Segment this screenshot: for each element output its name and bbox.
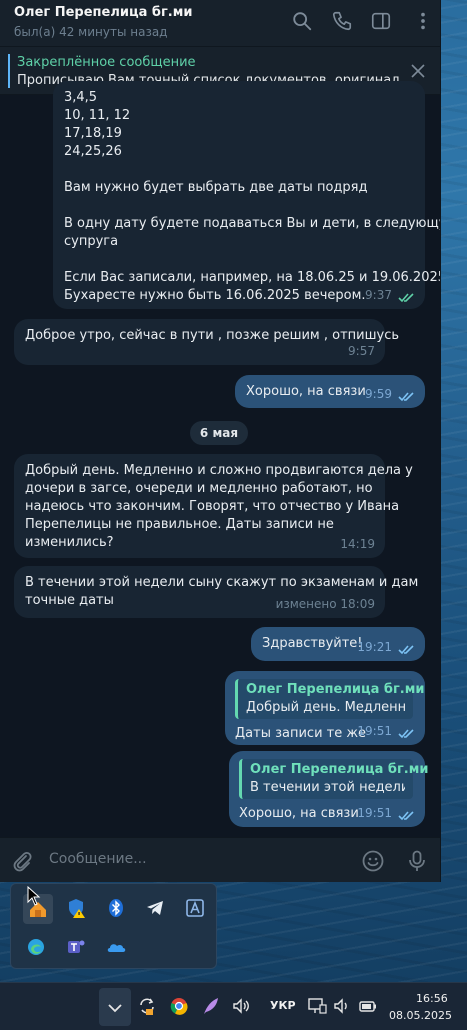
message-input[interactable]: Сообщение...: [49, 851, 147, 867]
message-bubble[interactable]: Доброе утро, сейчас в пути , позже решим…: [14, 319, 400, 365]
message-line: 10, 11, 12: [64, 108, 131, 123]
text-input-icon[interactable]: [184, 897, 206, 919]
message-time: 9:59: [365, 387, 392, 401]
telegram-window: Олег Перепелица бг.ми был(а) 42 минуты н…: [0, 0, 441, 882]
message-line: Если Вас записали, например, на 18.06.25…: [64, 270, 441, 285]
search-icon[interactable]: [291, 10, 313, 32]
double-check-icon: [398, 644, 416, 656]
feather-icon[interactable]: [201, 996, 221, 1016]
sync-icon[interactable]: [137, 996, 157, 1016]
message-time: 9:57: [348, 344, 375, 358]
reply-preview[interactable]: Олег Перепелица бг.ми В течении этой нед…: [239, 759, 429, 799]
tray-overflow-flyout: [10, 883, 217, 969]
defender-warning-icon[interactable]: [65, 897, 87, 919]
date-separator: 6 мая: [190, 421, 248, 445]
emoji-icon[interactable]: [361, 849, 385, 873]
compose-bar: Сообщение...: [0, 837, 440, 882]
message-line: супруга: [64, 234, 119, 249]
onedrive-icon[interactable]: [105, 936, 127, 958]
volume-icon[interactable]: [231, 996, 251, 1016]
message-bubble[interactable]: 3,4,5 10, 11, 12 17,18,19 24,25,26 Вам н…: [53, 81, 441, 309]
attach-icon[interactable]: [10, 849, 34, 873]
message-time: 19:21: [357, 640, 392, 654]
message-time: 9:37: [365, 288, 392, 302]
message-bubble-with-reply[interactable]: Олег Перепелица бг.ми Добрый день. Медле…: [225, 671, 425, 745]
mouse-cursor-icon: [27, 885, 41, 906]
bluetooth-icon[interactable]: [105, 897, 127, 919]
message-line: В одну дату будете подаваться Вы и дети,…: [64, 216, 441, 231]
edge-icon[interactable]: [25, 936, 47, 958]
message-edited-time: изменено 18:09: [275, 597, 375, 611]
message-bubble[interactable]: Хорошо, на связи 9:59: [235, 375, 425, 408]
message-line: изменились?: [25, 535, 114, 550]
message-bubble-with-reply[interactable]: Олег Перепелица бг.ми В течении этой нед…: [229, 751, 429, 827]
language-indicator[interactable]: УКР: [270, 999, 296, 1012]
reply-author: Олег Перепелица бг.ми: [246, 682, 425, 697]
clock-time[interactable]: 16:56: [416, 992, 448, 1005]
message-line: надеюсь что закончим. Говорят, что отчес…: [25, 499, 400, 514]
chat-last-seen: был(а) 42 минуты назад: [14, 25, 168, 39]
reply-preview[interactable]: Олег Перепелица бг.ми Добрый день. Медле…: [235, 679, 425, 719]
reply-snippet: Добрый день. Медленн...: [246, 700, 405, 715]
tray-overflow-button[interactable]: [99, 988, 131, 1026]
chat-title[interactable]: Олег Перепелица бг.ми: [14, 5, 192, 20]
pinned-title: Закреплённое сообщение: [17, 55, 196, 70]
speaker-icon[interactable]: [332, 996, 352, 1016]
chrome-icon[interactable]: [169, 996, 189, 1016]
sidebar-toggle-icon[interactable]: [370, 10, 392, 32]
message-time: 14:19: [340, 537, 375, 551]
double-check-icon: [398, 810, 416, 822]
taskbar: УКР 16:56 08.05.2025: [0, 982, 467, 1030]
message-line: Добрый день. Медленно и сложно продвигаю…: [25, 463, 413, 478]
message-bubble[interactable]: Добрый день. Медленно и сложно продвигаю…: [14, 454, 413, 558]
message-line: 17,18,19: [64, 126, 122, 141]
message-list[interactable]: 3,4,5 10, 11, 12 17,18,19 24,25,26 Вам н…: [0, 81, 440, 837]
telegram-icon[interactable]: [144, 897, 166, 919]
message-line: 3,4,5: [64, 90, 98, 105]
message-text: Доброе утро, сейчас в пути , позже решим…: [25, 328, 400, 343]
message-time: 19:51: [357, 806, 392, 820]
teams-icon[interactable]: [65, 936, 87, 958]
network-icon[interactable]: [307, 996, 327, 1016]
message-line: дочери в загсе, очереди и медленно работ…: [25, 481, 373, 496]
battery-icon[interactable]: [358, 996, 378, 1016]
message-line: Вам нужно будет выбрать две даты подряд: [64, 180, 368, 195]
pinned-accent-bar: [8, 54, 10, 88]
message-line: Бухаресте нужно быть 16.06.2025 вечером.: [64, 288, 366, 303]
double-check-icon: [398, 292, 416, 304]
chat-header: Олег Перепелица бг.ми был(а) 42 минуты н…: [0, 0, 440, 47]
clock-date[interactable]: 08.05.2025: [389, 1009, 452, 1022]
close-icon[interactable]: [411, 63, 425, 78]
reply-snippet: В течении этой недели ...: [250, 780, 405, 795]
message-line: В течении этой недели сыну скажут по экз…: [25, 575, 419, 590]
microphone-icon[interactable]: [405, 849, 429, 873]
message-bubble[interactable]: Здравствуйте! 19:21: [251, 627, 425, 661]
message-line: 24,25,26: [64, 144, 122, 159]
reply-author: Олег Перепелица бг.ми: [250, 762, 429, 777]
message-bubble[interactable]: В течении этой недели сыну скажут по экз…: [14, 566, 419, 618]
message-time: 19:51: [357, 724, 392, 738]
double-check-icon: [398, 391, 416, 403]
phone-icon[interactable]: [331, 10, 353, 32]
message-line: Перепелицы не правильное. Даты записи не: [25, 517, 334, 532]
double-check-icon: [398, 728, 416, 740]
more-icon[interactable]: [412, 10, 434, 32]
